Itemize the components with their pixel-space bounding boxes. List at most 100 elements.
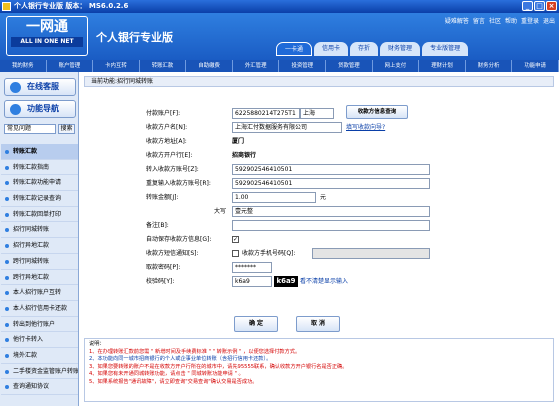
toplink-faq[interactable]: 疑难解答 xyxy=(445,16,469,25)
acct-repeat-label: 重复输入收款方账号[R]: xyxy=(146,180,211,187)
confirm-button[interactable]: 确 定 xyxy=(234,316,278,332)
cancel-button[interactable]: 取 消 xyxy=(296,316,340,332)
tab-finance[interactable]: 财务管理 xyxy=(380,42,421,56)
app-icon xyxy=(2,2,11,11)
nav-item[interactable]: 他行卡转入 xyxy=(1,332,78,348)
save-info-label: 自动保存收款方信息[G]: xyxy=(146,236,212,243)
menu-item[interactable]: 自助缴费 xyxy=(186,60,233,72)
payee-addr-label: 收款方地址[A]: xyxy=(146,138,187,145)
acct-repeat-field[interactable]: 592902546410501 xyxy=(232,178,430,189)
payee-name-field[interactable]: 上海汇付数据服务有限公司 xyxy=(232,122,342,133)
search-button[interactable]: 搜索 xyxy=(58,124,75,134)
brand-title: 个人银行专业版 xyxy=(96,31,173,44)
nav-item[interactable]: 转账汇款记录查询 xyxy=(1,191,78,207)
menu-item[interactable]: 功能申请 xyxy=(512,60,559,72)
nav-item[interactable]: 转账汇款回单打印 xyxy=(1,207,78,223)
pay-city-select[interactable]: 上海 xyxy=(300,108,334,119)
toplink-exit[interactable]: 退出 xyxy=(543,16,555,25)
menu-item[interactable]: 理财计划 xyxy=(419,60,466,72)
instruction-line: 4、如果您有未开通同城转账功能，请点击 " 同城转账功能申请 " 。 xyxy=(89,371,244,378)
toplink-relogin[interactable]: 重登录 xyxy=(521,16,539,25)
online-service-label: 在线客服 xyxy=(27,82,59,91)
nav-item[interactable]: 跨行异地汇款 xyxy=(1,270,78,286)
menu-item[interactable]: 贷款管理 xyxy=(326,60,373,72)
captcha-row: 校验码[Y]: k6a9 k6a9 看不清楚显示输入 xyxy=(140,276,440,287)
logo-en: ALL IN ONE NET xyxy=(11,37,83,47)
nav-item[interactable]: 招行异地汇款 xyxy=(1,238,78,254)
nav-item[interactable]: 二手楼资金监管账户转账 xyxy=(1,364,78,380)
tab-creditcard[interactable]: 信用卡 xyxy=(314,42,349,56)
transfer-form: 付款账户[F]: 6225880214T275T1 上海 收款方信息查询 收款方… xyxy=(140,100,430,314)
main-menubar: 我的财务 账户管理 卡内互转 转账汇款 自助缴费 外汇管理 投资管理 贷款管理 … xyxy=(0,60,559,72)
remark-label: 备注[B]: xyxy=(146,222,169,229)
tab-pro-manage[interactable]: 专业版管理 xyxy=(422,42,469,56)
toplink-message[interactable]: 留言 xyxy=(473,16,485,25)
menu-item[interactable]: 转账汇款 xyxy=(140,60,187,72)
captcha-image[interactable]: k6a9 xyxy=(274,276,298,287)
nav-item[interactable]: 跨行同城转账 xyxy=(1,254,78,270)
search-input[interactable]: 常见问题 xyxy=(4,124,56,134)
menu-item[interactable]: 我的财务 xyxy=(0,60,47,72)
compass-icon xyxy=(10,104,21,115)
menu-item[interactable]: 卡内互转 xyxy=(93,60,140,72)
save-info-checkbox[interactable]: ✓ xyxy=(232,236,239,243)
menu-item[interactable]: 投资管理 xyxy=(279,60,327,72)
nav-item[interactable]: 招行同城转账 xyxy=(1,222,78,239)
close-button[interactable]: × xyxy=(546,1,557,11)
minimize-button[interactable]: _ xyxy=(522,1,533,11)
amount-unit: 元 xyxy=(320,194,327,201)
instructions-box: 说明： 1、在办理转账汇款前您需 " 新增时间及手续费标准 " " 转账示例 "… xyxy=(84,338,554,402)
online-service-button[interactable]: 在线客服 xyxy=(4,78,76,96)
payee-name-label: 收款方户名[N]: xyxy=(146,124,188,131)
menu-item[interactable]: 外汇管理 xyxy=(233,60,280,72)
nav-item[interactable]: 转账汇款功能申请 xyxy=(1,175,78,192)
tab-passbook[interactable]: 存折 xyxy=(350,42,379,56)
notify-phone-label: 收款方手机号码[Q]: xyxy=(242,250,296,257)
main-content: 当前功能:招行同城转账 付款账户[F]: 6225880214T275T1 上海… xyxy=(80,72,559,406)
notify-checkbox[interactable] xyxy=(232,250,239,257)
capital-field: 壹元整 xyxy=(232,206,430,217)
window-title: 个人银行专业版 版本： MS6.0.2.6 xyxy=(14,2,129,10)
nav-item[interactable]: 本人招行账户互转 xyxy=(1,285,78,301)
pay-account-row: 付款账户[F]: 6225880214T275T1 上海 收款方信息查询 xyxy=(140,105,470,119)
pin-field[interactable]: ******* xyxy=(232,262,272,273)
remark-field[interactable] xyxy=(232,220,430,231)
captcha-field[interactable]: k6a9 xyxy=(232,276,272,287)
nav-item[interactable]: 转出到他行账户 xyxy=(1,317,78,333)
nav-item[interactable]: 境外汇款 xyxy=(1,348,78,364)
pay-account-select[interactable]: 6225880214T275T1 xyxy=(232,108,300,119)
payee-name-row: 收款方户名[N]: 上海汇付数据服务有限公司 填写收款向导? xyxy=(140,122,470,133)
breadcrumb: 当前功能:招行同城转账 xyxy=(84,76,554,87)
help-link[interactable]: 填写收款向导? xyxy=(346,122,385,133)
maximize-button[interactable]: □ xyxy=(534,1,545,11)
menu-item[interactable]: 网上支付 xyxy=(373,60,420,72)
header: 一网通 ALL IN ONE NET 个人银行专业版 疑难解答 留言 社区 帮助… xyxy=(0,13,559,60)
captcha-refresh-link[interactable]: 看不清楚显示输入 xyxy=(300,276,348,287)
menu-item[interactable]: 财务分析 xyxy=(466,60,513,72)
acct-label: 转入收款方账号[Z]: xyxy=(146,166,199,173)
tab-onecard[interactable]: 一卡通 xyxy=(276,42,313,56)
amount-row: 转账金额[J]: 1.00 元 xyxy=(140,192,440,203)
top-links: 疑难解答 留言 社区 帮助 重登录 退出 xyxy=(445,16,555,25)
nav-item[interactable]: 转账汇款 xyxy=(1,144,78,160)
nav-item[interactable]: 转账汇款指南 xyxy=(1,160,78,176)
payee-bank-value: 招商银行 xyxy=(232,152,257,159)
amount-field[interactable]: 1.00 xyxy=(232,192,316,203)
captcha-label: 校验码[Y]: xyxy=(146,278,175,285)
notify-phone-field[interactable] xyxy=(312,248,430,259)
menu-item[interactable]: 账户管理 xyxy=(47,60,94,72)
nav-item[interactable]: 本人招行信用卡还款 xyxy=(1,301,78,317)
acct-field[interactable]: 592902546410501 xyxy=(232,164,430,175)
logo: 一网通 ALL IN ONE NET xyxy=(6,16,88,56)
instructions-title: 说明： xyxy=(89,341,105,347)
function-nav-button[interactable]: 功能导航 xyxy=(4,100,76,118)
sidebar: 在线客服 功能导航 常见问题 搜索 转账汇款 转账汇款指南 转账汇款功能申请 转… xyxy=(0,72,79,406)
capital-label: 大写 xyxy=(214,208,227,215)
nav-list: 转账汇款 转账汇款指南 转账汇款功能申请 转账汇款记录查询 转账汇款回单打印 招… xyxy=(1,144,78,395)
nav-item[interactable]: 查询通知协议 xyxy=(1,379,78,395)
payee-query-button[interactable]: 收款方信息查询 xyxy=(346,105,408,119)
acct-row: 转入收款方账号[Z]: 592902546410501 xyxy=(140,164,440,175)
toplink-help[interactable]: 帮助 xyxy=(505,16,517,25)
toplink-community[interactable]: 社区 xyxy=(489,16,501,25)
notify-label: 收款方短信通知[S]: xyxy=(146,250,199,257)
